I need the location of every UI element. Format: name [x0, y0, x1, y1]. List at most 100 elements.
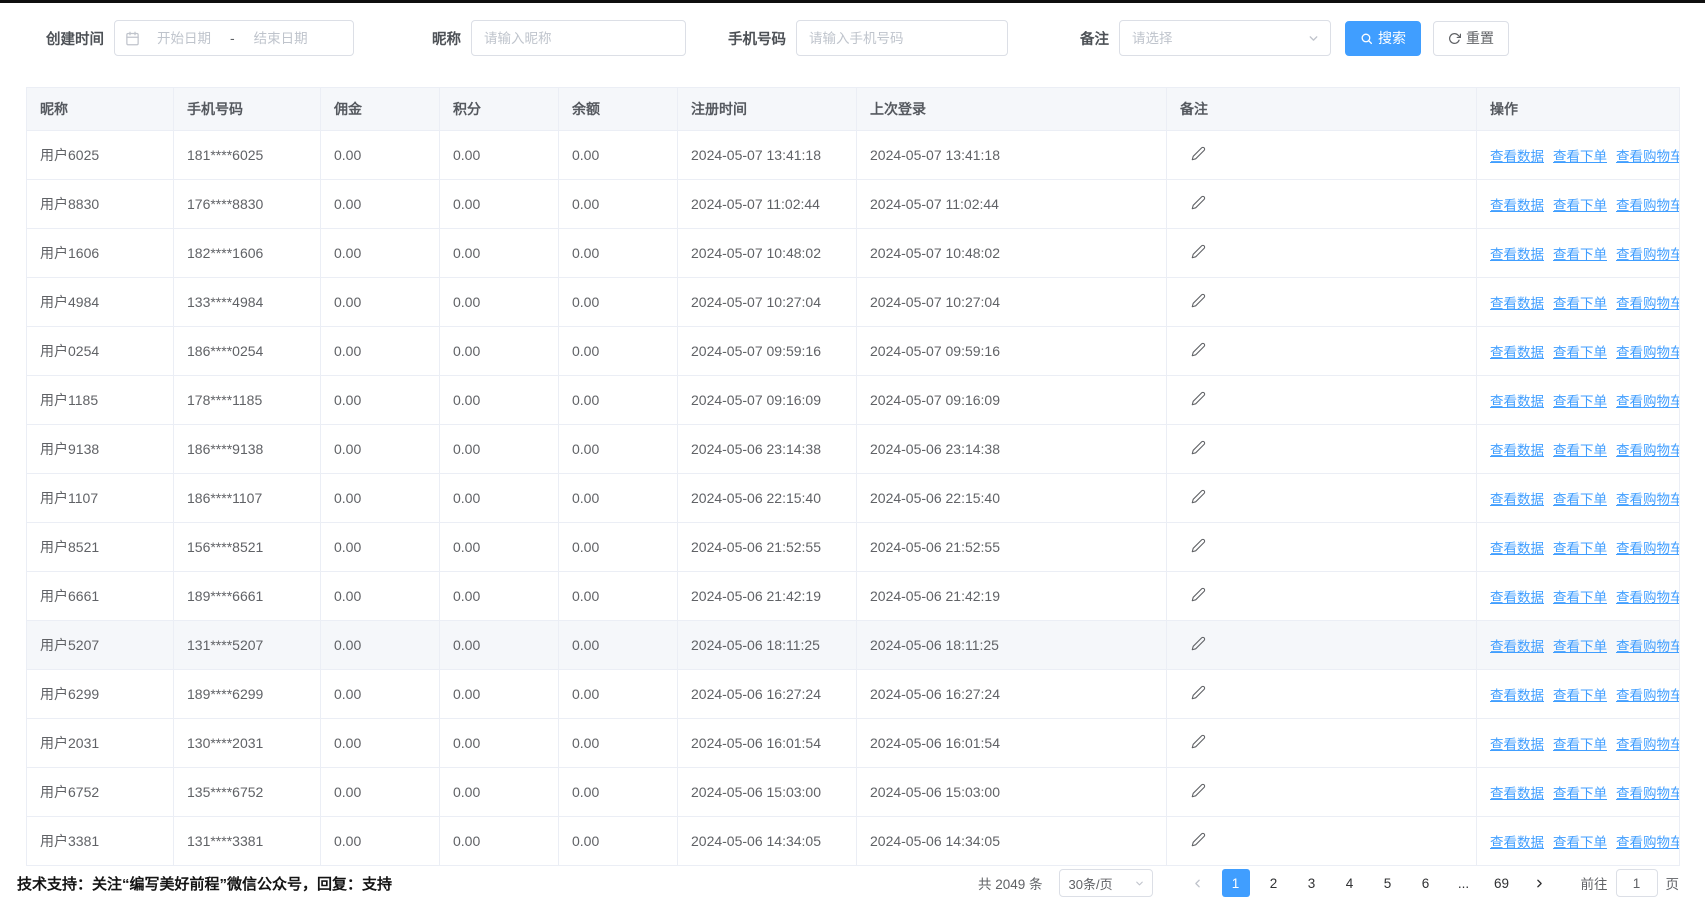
view-orders-link[interactable]: 查看下单 — [1553, 541, 1607, 556]
nickname-input[interactable] — [472, 21, 685, 55]
phone-cell: 186****0254 — [174, 327, 321, 376]
page-button-2[interactable]: 2 — [1260, 869, 1288, 897]
view-data-link[interactable]: 查看数据 — [1490, 296, 1544, 311]
balance-cell: 0.00 — [559, 572, 678, 621]
register-time-cell: 2024-05-06 16:01:54 — [678, 719, 857, 768]
col-header-last-login: 上次登录 — [857, 88, 1167, 131]
view-cart-link[interactable]: 查看购物车 — [1616, 198, 1680, 213]
date-end-input[interactable] — [237, 30, 325, 47]
next-page-button[interactable] — [1526, 869, 1554, 897]
edit-remark-icon[interactable] — [1191, 538, 1206, 553]
edit-remark-icon[interactable] — [1191, 832, 1206, 847]
view-cart-link[interactable]: 查看购物车 — [1616, 296, 1680, 311]
edit-remark-icon[interactable] — [1191, 587, 1206, 602]
date-range-separator: - — [228, 30, 237, 46]
view-data-link[interactable]: 查看数据 — [1490, 345, 1544, 360]
view-data-link[interactable]: 查看数据 — [1490, 835, 1544, 850]
page-button-5[interactable]: 5 — [1374, 869, 1402, 897]
page-button-69[interactable]: 69 — [1488, 869, 1516, 897]
view-orders-link[interactable]: 查看下单 — [1553, 198, 1607, 213]
view-orders-link[interactable]: 查看下单 — [1553, 492, 1607, 507]
view-orders-link[interactable]: 查看下单 — [1553, 149, 1607, 164]
points-cell: 0.00 — [440, 180, 559, 229]
balance-cell: 0.00 — [559, 768, 678, 817]
view-data-link[interactable]: 查看数据 — [1490, 786, 1544, 801]
view-cart-link[interactable]: 查看购物车 — [1616, 149, 1680, 164]
page-size-select[interactable]: 30条/页 — [1059, 869, 1153, 897]
prev-page-button[interactable] — [1184, 869, 1212, 897]
view-orders-link[interactable]: 查看下单 — [1553, 639, 1607, 654]
register-time-cell: 2024-05-06 15:03:00 — [678, 768, 857, 817]
footer-bar: 技术支持：关注“编写美好前程”微信公众号，回复：支持 共 2049 条 30条/… — [0, 866, 1705, 900]
edit-remark-icon[interactable] — [1191, 391, 1206, 406]
edit-remark-icon[interactable] — [1191, 685, 1206, 700]
remark-cell — [1167, 327, 1477, 376]
view-cart-link[interactable]: 查看购物车 — [1616, 541, 1680, 556]
view-cart-link[interactable]: 查看购物车 — [1616, 639, 1680, 654]
page-button-3[interactable]: 3 — [1298, 869, 1326, 897]
view-cart-link[interactable]: 查看购物车 — [1616, 737, 1680, 752]
page-button-1[interactable]: 1 — [1222, 869, 1250, 897]
page-button-4[interactable]: 4 — [1336, 869, 1364, 897]
view-orders-link[interactable]: 查看下单 — [1553, 443, 1607, 458]
edit-remark-icon[interactable] — [1191, 734, 1206, 749]
support-text: 技术支持：关注“编写美好前程”微信公众号，回复：支持 — [17, 873, 392, 894]
view-orders-link[interactable]: 查看下单 — [1553, 590, 1607, 605]
view-cart-link[interactable]: 查看购物车 — [1616, 590, 1680, 605]
phone-input[interactable] — [797, 21, 1007, 55]
view-data-link[interactable]: 查看数据 — [1490, 639, 1544, 654]
view-orders-link[interactable]: 查看下单 — [1553, 296, 1607, 311]
edit-remark-icon[interactable] — [1191, 636, 1206, 651]
view-cart-link[interactable]: 查看购物车 — [1616, 443, 1680, 458]
balance-cell: 0.00 — [559, 376, 678, 425]
edit-remark-icon[interactable] — [1191, 244, 1206, 259]
view-cart-link[interactable]: 查看购物车 — [1616, 835, 1680, 850]
date-start-input[interactable] — [140, 30, 228, 47]
view-data-link[interactable]: 查看数据 — [1490, 688, 1544, 703]
edit-remark-icon[interactable] — [1191, 195, 1206, 210]
commission-cell: 0.00 — [321, 621, 440, 670]
date-range-picker[interactable]: - — [114, 20, 354, 56]
view-data-link[interactable]: 查看数据 — [1490, 737, 1544, 752]
remark-cell — [1167, 425, 1477, 474]
view-cart-link[interactable]: 查看购物车 — [1616, 786, 1680, 801]
remark-select-value[interactable] — [1120, 21, 1307, 55]
reset-button[interactable]: 重置 — [1433, 21, 1509, 56]
search-button[interactable]: 搜索 — [1345, 21, 1421, 56]
view-orders-link[interactable]: 查看下单 — [1553, 688, 1607, 703]
edit-remark-icon[interactable] — [1191, 783, 1206, 798]
view-cart-link[interactable]: 查看购物车 — [1616, 492, 1680, 507]
view-cart-link[interactable]: 查看购物车 — [1616, 394, 1680, 409]
view-orders-link[interactable]: 查看下单 — [1553, 394, 1607, 409]
edit-remark-icon[interactable] — [1191, 293, 1206, 308]
goto-page-input[interactable] — [1616, 869, 1658, 897]
more-pages-button[interactable]: ... — [1450, 869, 1478, 897]
view-orders-link[interactable]: 查看下单 — [1553, 786, 1607, 801]
view-orders-link[interactable]: 查看下单 — [1553, 247, 1607, 262]
view-orders-link[interactable]: 查看下单 — [1553, 835, 1607, 850]
remark-select[interactable] — [1119, 20, 1331, 56]
view-data-link[interactable]: 查看数据 — [1490, 149, 1544, 164]
points-cell: 0.00 — [440, 425, 559, 474]
edit-remark-icon[interactable] — [1191, 146, 1206, 161]
view-data-link[interactable]: 查看数据 — [1490, 590, 1544, 605]
edit-remark-icon[interactable] — [1191, 489, 1206, 504]
view-data-link[interactable]: 查看数据 — [1490, 443, 1544, 458]
view-data-link[interactable]: 查看数据 — [1490, 492, 1544, 507]
view-data-link[interactable]: 查看数据 — [1490, 198, 1544, 213]
col-header-remark: 备注 — [1167, 88, 1477, 131]
view-data-link[interactable]: 查看数据 — [1490, 394, 1544, 409]
view-data-link[interactable]: 查看数据 — [1490, 247, 1544, 262]
col-header-register-time: 注册时间 — [678, 88, 857, 131]
view-cart-link[interactable]: 查看购物车 — [1616, 688, 1680, 703]
page-button-6[interactable]: 6 — [1412, 869, 1440, 897]
view-cart-link[interactable]: 查看购物车 — [1616, 247, 1680, 262]
view-data-link[interactable]: 查看数据 — [1490, 541, 1544, 556]
actions-cell: 查看数据查看下单查看购物车 — [1477, 278, 1680, 327]
view-orders-link[interactable]: 查看下单 — [1553, 737, 1607, 752]
view-cart-link[interactable]: 查看购物车 — [1616, 345, 1680, 360]
view-orders-link[interactable]: 查看下单 — [1553, 345, 1607, 360]
commission-cell: 0.00 — [321, 229, 440, 278]
edit-remark-icon[interactable] — [1191, 342, 1206, 357]
edit-remark-icon[interactable] — [1191, 440, 1206, 455]
